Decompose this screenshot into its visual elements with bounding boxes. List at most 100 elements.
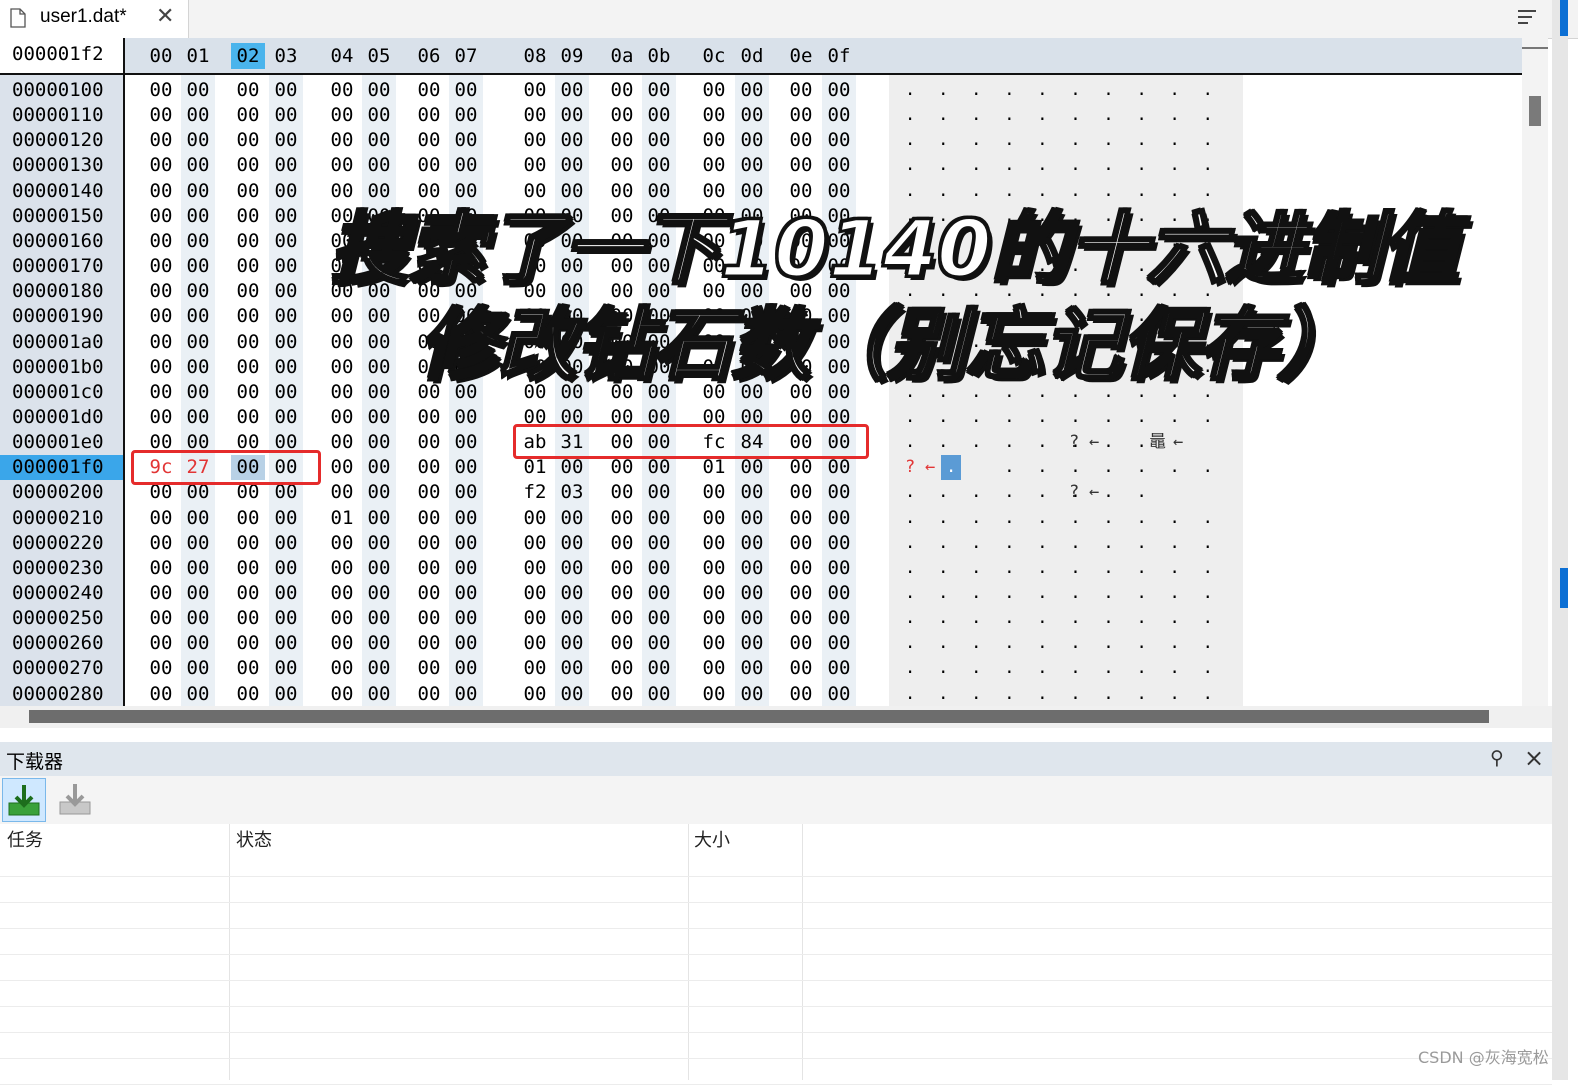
hex-byte[interactable]: 00: [144, 279, 178, 304]
hex-byte[interactable]: 00: [555, 128, 589, 153]
hex-byte[interactable]: 00: [325, 606, 359, 631]
hex-byte[interactable]: 00: [784, 179, 818, 204]
hex-byte[interactable]: 00: [181, 128, 215, 153]
hex-byte[interactable]: 00: [449, 556, 483, 581]
hex-byte[interactable]: 00: [518, 153, 552, 178]
hex-byte[interactable]: 00: [605, 455, 639, 480]
column-header[interactable]: 任务: [7, 826, 43, 852]
hex-byte[interactable]: 00: [412, 581, 446, 606]
hex-byte[interactable]: 00: [449, 631, 483, 656]
hex-byte[interactable]: 00: [822, 606, 856, 631]
hex-byte[interactable]: 00: [605, 631, 639, 656]
hex-byte[interactable]: 00: [697, 682, 731, 707]
hex-byte[interactable]: 00: [181, 204, 215, 229]
hex-byte[interactable]: 00: [412, 556, 446, 581]
hex-byte[interactable]: 00: [518, 656, 552, 681]
vertical-scroll-thumb[interactable]: [1529, 96, 1541, 126]
hex-byte[interactable]: 00: [605, 682, 639, 707]
hex-byte[interactable]: 00: [642, 480, 676, 505]
hex-byte[interactable]: 00: [605, 556, 639, 581]
hex-byte[interactable]: 00: [449, 581, 483, 606]
hex-byte[interactable]: 00: [555, 656, 589, 681]
hex-byte[interactable]: 00: [735, 682, 769, 707]
hex-byte[interactable]: 00: [362, 480, 396, 505]
hex-byte[interactable]: 00: [449, 656, 483, 681]
hex-byte[interactable]: 00: [362, 506, 396, 531]
hex-byte[interactable]: 00: [784, 606, 818, 631]
hex-byte[interactable]: 00: [697, 480, 731, 505]
hex-byte[interactable]: 00: [697, 631, 731, 656]
hex-byte[interactable]: 00: [181, 355, 215, 380]
hex-byte[interactable]: 00: [362, 631, 396, 656]
hex-byte[interactable]: 00: [555, 103, 589, 128]
hex-byte[interactable]: 00: [697, 506, 731, 531]
hex-byte[interactable]: 00: [231, 103, 265, 128]
hex-byte[interactable]: 00: [412, 506, 446, 531]
hex-byte[interactable]: 00: [412, 179, 446, 204]
hex-byte[interactable]: 00: [449, 405, 483, 430]
hex-byte[interactable]: 00: [269, 153, 303, 178]
hex-byte[interactable]: 00: [822, 682, 856, 707]
hex-byte[interactable]: 00: [231, 304, 265, 329]
hex-byte[interactable]: 00: [555, 581, 589, 606]
hex-byte[interactable]: 00: [449, 455, 483, 480]
horizontal-scroll-thumb[interactable]: [29, 710, 1489, 723]
hex-byte[interactable]: 00: [412, 631, 446, 656]
hex-byte[interactable]: 00: [231, 229, 265, 254]
hex-byte[interactable]: 00: [269, 631, 303, 656]
hex-byte[interactable]: 00: [325, 103, 359, 128]
hex-byte[interactable]: 00: [362, 128, 396, 153]
hex-byte[interactable]: 00: [822, 455, 856, 480]
hex-byte[interactable]: 00: [325, 531, 359, 556]
hex-byte[interactable]: 00: [144, 405, 178, 430]
hex-byte[interactable]: 00: [822, 631, 856, 656]
hex-byte[interactable]: 00: [181, 606, 215, 631]
hex-byte[interactable]: 00: [181, 179, 215, 204]
hex-byte[interactable]: 00: [412, 153, 446, 178]
hex-byte[interactable]: 00: [642, 556, 676, 581]
hex-byte[interactable]: 00: [412, 430, 446, 455]
hex-byte[interactable]: 00: [555, 179, 589, 204]
hex-byte[interactable]: 00: [325, 179, 359, 204]
hex-byte[interactable]: 00: [518, 179, 552, 204]
hex-byte[interactable]: 00: [735, 606, 769, 631]
hex-byte[interactable]: 00: [449, 103, 483, 128]
hex-byte[interactable]: 00: [412, 682, 446, 707]
hex-byte[interactable]: 00: [181, 405, 215, 430]
hex-byte[interactable]: 00: [144, 229, 178, 254]
hex-byte[interactable]: 00: [269, 656, 303, 681]
hex-byte[interactable]: 00: [231, 179, 265, 204]
hex-byte[interactable]: 00: [269, 682, 303, 707]
hex-byte[interactable]: 00: [642, 153, 676, 178]
hex-byte[interactable]: 00: [642, 531, 676, 556]
hex-byte[interactable]: 00: [555, 606, 589, 631]
column-header[interactable]: 大小: [694, 826, 730, 852]
hex-byte[interactable]: 00: [181, 631, 215, 656]
hex-byte[interactable]: 01: [518, 455, 552, 480]
hex-byte[interactable]: 00: [518, 78, 552, 103]
hex-byte[interactable]: 00: [822, 78, 856, 103]
hex-byte[interactable]: 03: [555, 480, 589, 505]
hex-byte[interactable]: 00: [697, 556, 731, 581]
hex-byte[interactable]: 00: [269, 103, 303, 128]
hex-byte[interactable]: 01: [697, 455, 731, 480]
hex-byte[interactable]: 00: [642, 656, 676, 681]
hex-byte[interactable]: 00: [181, 682, 215, 707]
hex-byte[interactable]: 00: [362, 430, 396, 455]
hex-byte[interactable]: 00: [449, 430, 483, 455]
hex-byte[interactable]: 00: [784, 531, 818, 556]
hex-byte[interactable]: 00: [518, 581, 552, 606]
hex-byte[interactable]: 00: [784, 128, 818, 153]
hex-byte[interactable]: 00: [784, 153, 818, 178]
hex-byte[interactable]: 00: [605, 103, 639, 128]
hex-byte[interactable]: 00: [181, 254, 215, 279]
hex-byte[interactable]: 00: [784, 480, 818, 505]
hex-byte[interactable]: 00: [231, 330, 265, 355]
hex-byte[interactable]: 00: [449, 480, 483, 505]
hex-byte[interactable]: 00: [269, 279, 303, 304]
hex-byte[interactable]: 00: [269, 556, 303, 581]
hex-byte[interactable]: 00: [784, 455, 818, 480]
hex-byte[interactable]: 00: [642, 631, 676, 656]
hex-byte[interactable]: 00: [181, 153, 215, 178]
hex-byte[interactable]: 00: [362, 531, 396, 556]
